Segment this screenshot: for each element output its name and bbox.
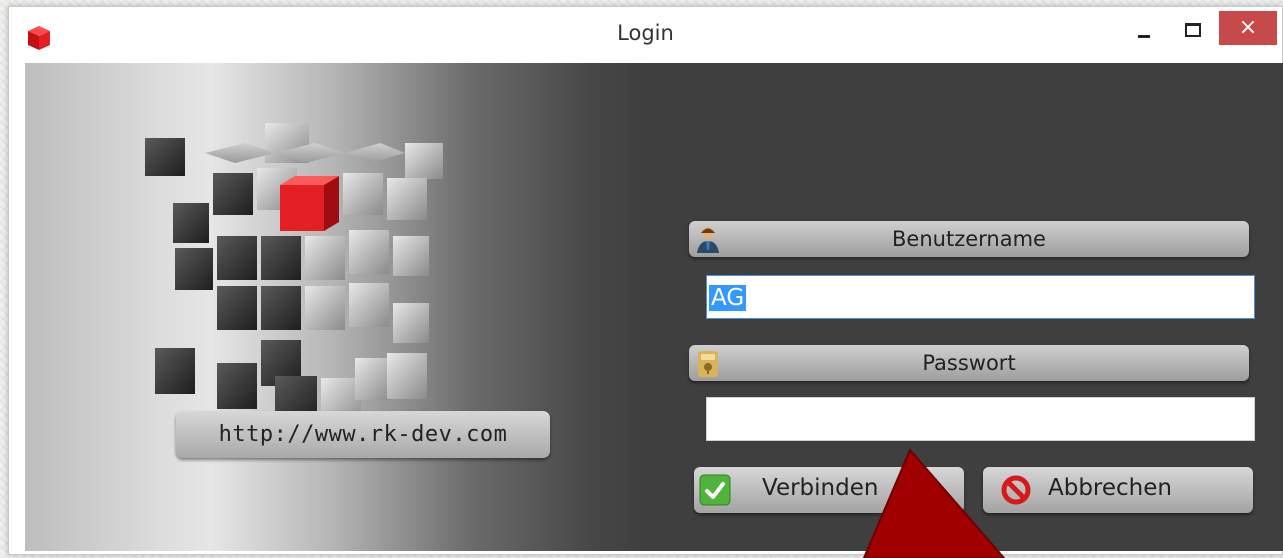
password-input[interactable] — [706, 397, 1255, 441]
checkmark-icon — [699, 474, 731, 506]
cube-logo-icon — [145, 123, 443, 424]
website-link-button[interactable]: http://www.rk-dev.com — [176, 411, 550, 458]
username-label: Benutzername — [892, 227, 1046, 251]
annotation-arrow-icon — [862, 448, 1006, 558]
window-title: Login — [617, 21, 674, 45]
close-button[interactable]: × — [1219, 11, 1277, 45]
username-value: AG — [709, 285, 747, 311]
minimize-button[interactable] — [1126, 23, 1162, 47]
username-input[interactable]: AG — [706, 275, 1255, 319]
password-label: Passwort — [922, 351, 1016, 375]
login-content: http://www.rk-dev.com Benutzername AG Pa… — [25, 63, 1283, 551]
password-header: Passwort — [689, 345, 1249, 381]
title-bar[interactable]: Login × — [9, 7, 1282, 62]
cancel-label: Abbrechen — [1048, 475, 1172, 501]
branding-panel: http://www.rk-dev.com — [25, 63, 645, 551]
username-header: Benutzername — [689, 221, 1249, 257]
login-window: Login × http://www.rk-dev.com Benutzerna… — [8, 6, 1283, 555]
maximize-button[interactable] — [1174, 16, 1210, 40]
